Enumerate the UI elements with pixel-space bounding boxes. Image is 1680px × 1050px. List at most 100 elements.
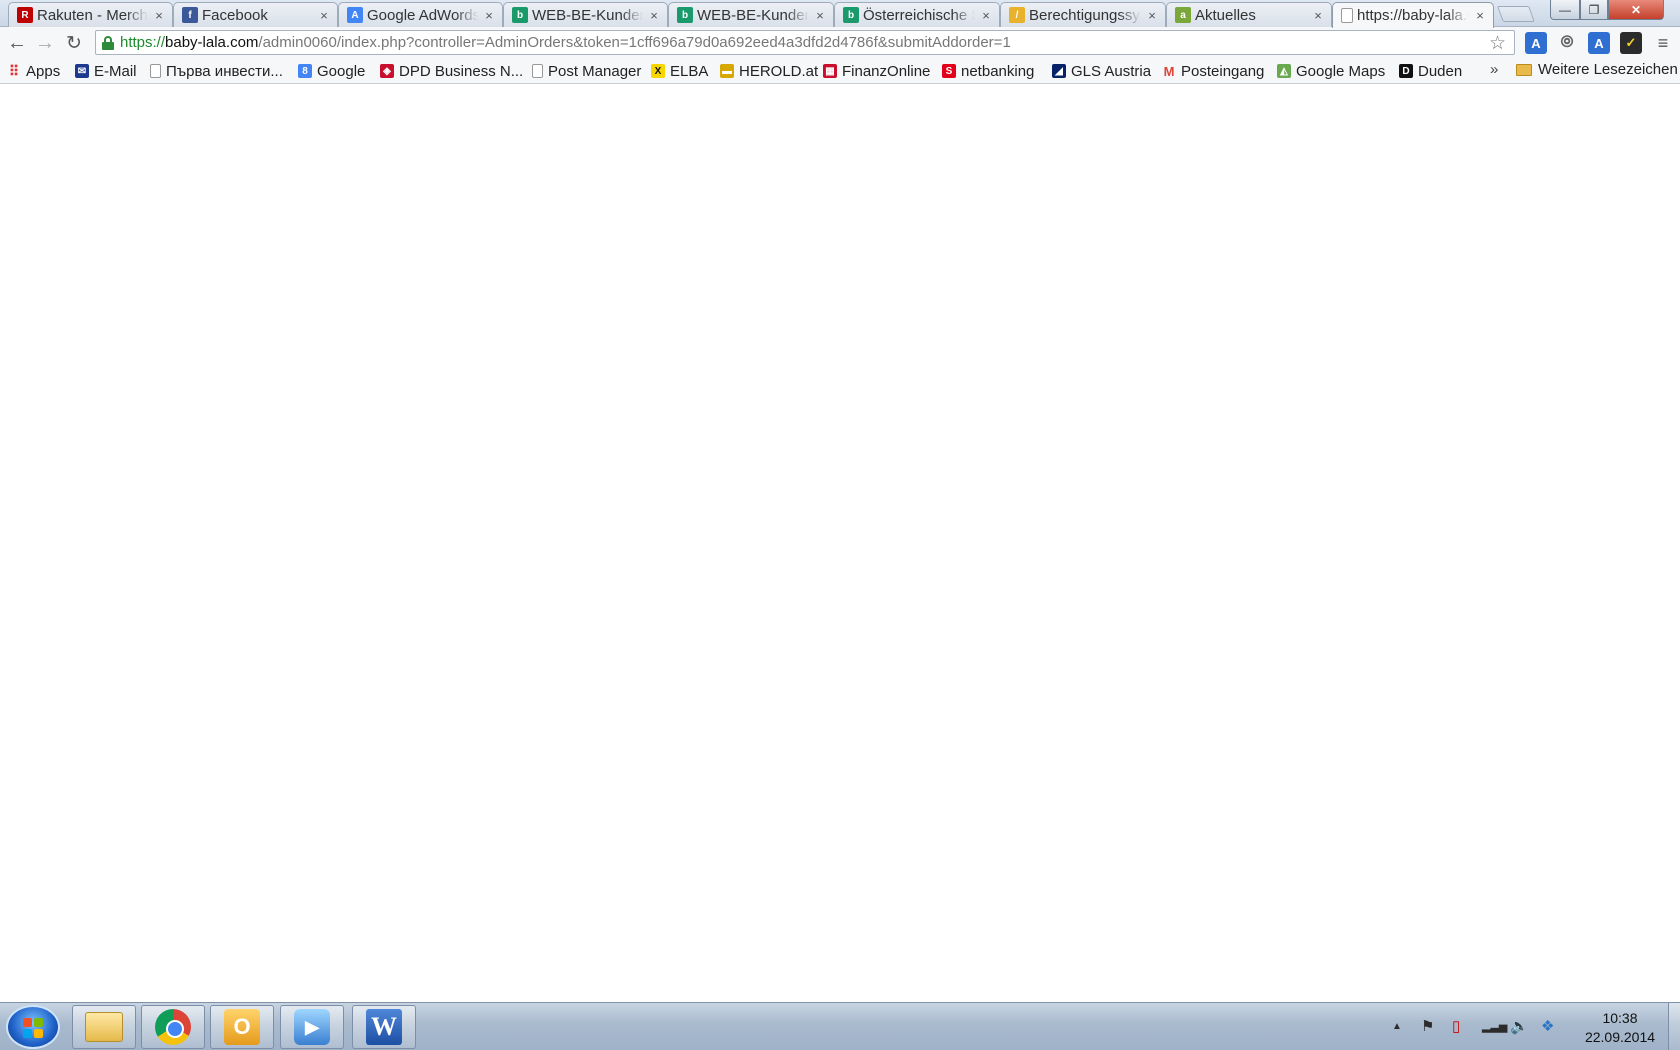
- folder-icon: [85, 1012, 123, 1042]
- other-bookmarks-label: Weitere Lesezeichen: [1538, 61, 1678, 78]
- taskbar-outlook[interactable]: O: [210, 1005, 274, 1049]
- google-icon: 8: [298, 64, 312, 78]
- bookmark-label: Google Maps: [1296, 62, 1386, 80]
- bookmark-item[interactable]: 8 Google: [298, 61, 365, 81]
- browser-tab[interactable]: b Österreichische S ×: [834, 2, 1000, 27]
- opera-extension-icon[interactable]: ⦾: [1556, 32, 1578, 54]
- address-bar[interactable]: https://baby-lala.com/admin0060/index.ph…: [95, 30, 1515, 55]
- bookmark-label: ELBA: [670, 62, 709, 80]
- tab-close-icon[interactable]: ×: [152, 8, 166, 23]
- maximize-button[interactable]: ❐: [1580, 0, 1608, 20]
- chrome-icon: [155, 1009, 191, 1045]
- action-center-flag-icon[interactable]: ⚑: [1421, 1017, 1434, 1035]
- facebook-icon: f: [182, 7, 198, 23]
- bookmark-star-icon[interactable]: ☆: [1489, 32, 1506, 55]
- tab-close-icon[interactable]: ×: [979, 8, 993, 23]
- bookmark-item[interactable]: ⠿ Apps: [7, 61, 60, 81]
- system-clock[interactable]: 10:38 22.09.2014: [1572, 1009, 1668, 1047]
- bookmark-label: FinanzOnline: [842, 62, 931, 80]
- url-scheme: https://: [120, 34, 166, 51]
- other-bookmarks-folder[interactable]: Weitere Lesezeichen: [1516, 61, 1678, 78]
- bookmark-item[interactable]: ▬ HEROLD.at: [720, 61, 818, 81]
- web-be-icon: b: [677, 7, 693, 23]
- bookmark-item[interactable]: ◢ GLS Austria: [1052, 61, 1151, 81]
- rakuten-icon: R: [17, 7, 33, 23]
- browser-tab[interactable]: b WEB-BE-Kunden ×: [668, 2, 834, 27]
- tab-title: WEB-BE-Kunden: [532, 6, 643, 24]
- tab-strip: RRakuten - Merchant×fFacebook×AGoogle Ad…: [0, 0, 1680, 28]
- tray-expand-icon[interactable]: ▲: [1392, 1021, 1402, 1032]
- word-icon: W: [366, 1009, 402, 1045]
- close-window-button[interactable]: ✕: [1608, 0, 1664, 20]
- page-icon: [1341, 8, 1353, 23]
- translate-extension-icon-2[interactable]: A: [1588, 32, 1610, 54]
- tab-close-icon[interactable]: ×: [1473, 8, 1487, 23]
- taskbar-chrome[interactable]: [141, 1005, 205, 1049]
- tab-title: https://baby-lala.com: [1357, 7, 1469, 24]
- gmail-icon: M: [1163, 63, 1175, 79]
- new-tab-button[interactable]: [1497, 6, 1535, 22]
- tab-close-icon[interactable]: ×: [1311, 8, 1325, 23]
- back-button[interactable]: ←: [5, 31, 29, 55]
- media-player-icon: ▶: [294, 1009, 330, 1045]
- network-icon[interactable]: ▂▃▅: [1482, 1020, 1507, 1033]
- tab-title: Österreichische S: [863, 6, 975, 24]
- clock-time: 10:38: [1602, 1010, 1638, 1026]
- bookmark-item[interactable]: X ELBA: [651, 61, 708, 81]
- tab-close-icon[interactable]: ×: [317, 8, 331, 23]
- clock-date: 22.09.2014: [1584, 1029, 1656, 1045]
- bookmark-item[interactable]: ◭ Google Maps: [1277, 61, 1385, 81]
- forward-button[interactable]: →: [33, 31, 57, 55]
- tab-close-icon[interactable]: ×: [482, 8, 496, 23]
- reload-button[interactable]: ↻: [62, 31, 86, 55]
- start-button[interactable]: [6, 1005, 60, 1049]
- checker-extension-icon[interactable]: ✓: [1620, 32, 1642, 54]
- bookmark-item[interactable]: Първа инвести...: [150, 61, 283, 81]
- bookmark-item[interactable]: M Posteingang: [1162, 61, 1265, 81]
- adwords-icon: A: [347, 7, 363, 23]
- tab-title: Aktuelles: [1195, 6, 1256, 24]
- lock-icon: [102, 35, 114, 50]
- browser-tab[interactable]: RRakuten - Merchant ×: [8, 2, 173, 27]
- bookmark-label: netbanking: [961, 62, 1035, 80]
- browser-tab[interactable]: https://baby-lala.com ×: [1332, 2, 1494, 28]
- bookmark-item[interactable]: ◈ DPD Business N...: [380, 61, 523, 81]
- berechtigung-icon: /: [1009, 7, 1025, 23]
- tab-close-icon[interactable]: ×: [813, 8, 827, 23]
- bookmark-label: Първа инвести...: [166, 62, 283, 80]
- bookmarks-overflow-button[interactable]: »: [1490, 61, 1498, 78]
- web-be-icon: b: [512, 7, 528, 23]
- browser-tab[interactable]: a Aktuelles ×: [1166, 2, 1332, 27]
- browser-tab[interactable]: b WEB-BE-Kunden ×: [503, 2, 668, 27]
- browser-tab[interactable]: f Facebook ×: [173, 2, 338, 27]
- bookmark-label: Posteingang: [1181, 62, 1265, 80]
- minimize-button[interactable]: —: [1550, 0, 1580, 20]
- tab-title: Rakuten - Merchant: [37, 6, 148, 24]
- show-desktop-button[interactable]: [1668, 1003, 1680, 1050]
- dropbox-icon[interactable]: ❖: [1541, 1017, 1554, 1035]
- bookmark-item[interactable]: ✉ E-Mail: [75, 61, 137, 81]
- elba-icon: X: [651, 64, 665, 78]
- bookmark-item[interactable]: ▦ FinanzOnline: [823, 61, 930, 81]
- bookmark-item[interactable]: Post Manager: [532, 61, 641, 81]
- browser-tab[interactable]: /Berechtigungssystem ×: [1000, 2, 1166, 27]
- tab-close-icon[interactable]: ×: [647, 8, 661, 23]
- tab-title: Berechtigungssystem: [1029, 6, 1141, 24]
- bookmark-item[interactable]: Snetbanking: [942, 61, 1034, 81]
- chrome-menu-icon[interactable]: ≡: [1652, 32, 1674, 54]
- volume-icon[interactable]: 🔈: [1510, 1017, 1529, 1035]
- taskbar-explorer[interactable]: [72, 1005, 136, 1049]
- translate-extension-icon[interactable]: A: [1525, 32, 1547, 54]
- bookmark-label: DPD Business N...: [399, 62, 524, 80]
- taskbar-media-player[interactable]: ▶: [280, 1005, 344, 1049]
- bookmarks-bar: ⠿ Apps ✉ E-Mail Първа инвести... 8 Google ◈ DPD …: [0, 58, 1680, 84]
- herold-icon: ▬: [720, 64, 734, 78]
- browser-tab[interactable]: A Google AdWords ×: [338, 2, 503, 27]
- taskbar-word[interactable]: W: [352, 1005, 416, 1049]
- windows-logo-icon: [23, 1018, 43, 1038]
- battery-icon[interactable]: ▯: [1452, 1017, 1460, 1035]
- url-text[interactable]: https://baby-lala.com/admin0060/index.ph…: [120, 34, 1011, 51]
- tab-close-icon[interactable]: ×: [1145, 8, 1159, 23]
- bookmark-item[interactable]: D Duden: [1399, 61, 1462, 81]
- page-content: [0, 85, 1680, 1002]
